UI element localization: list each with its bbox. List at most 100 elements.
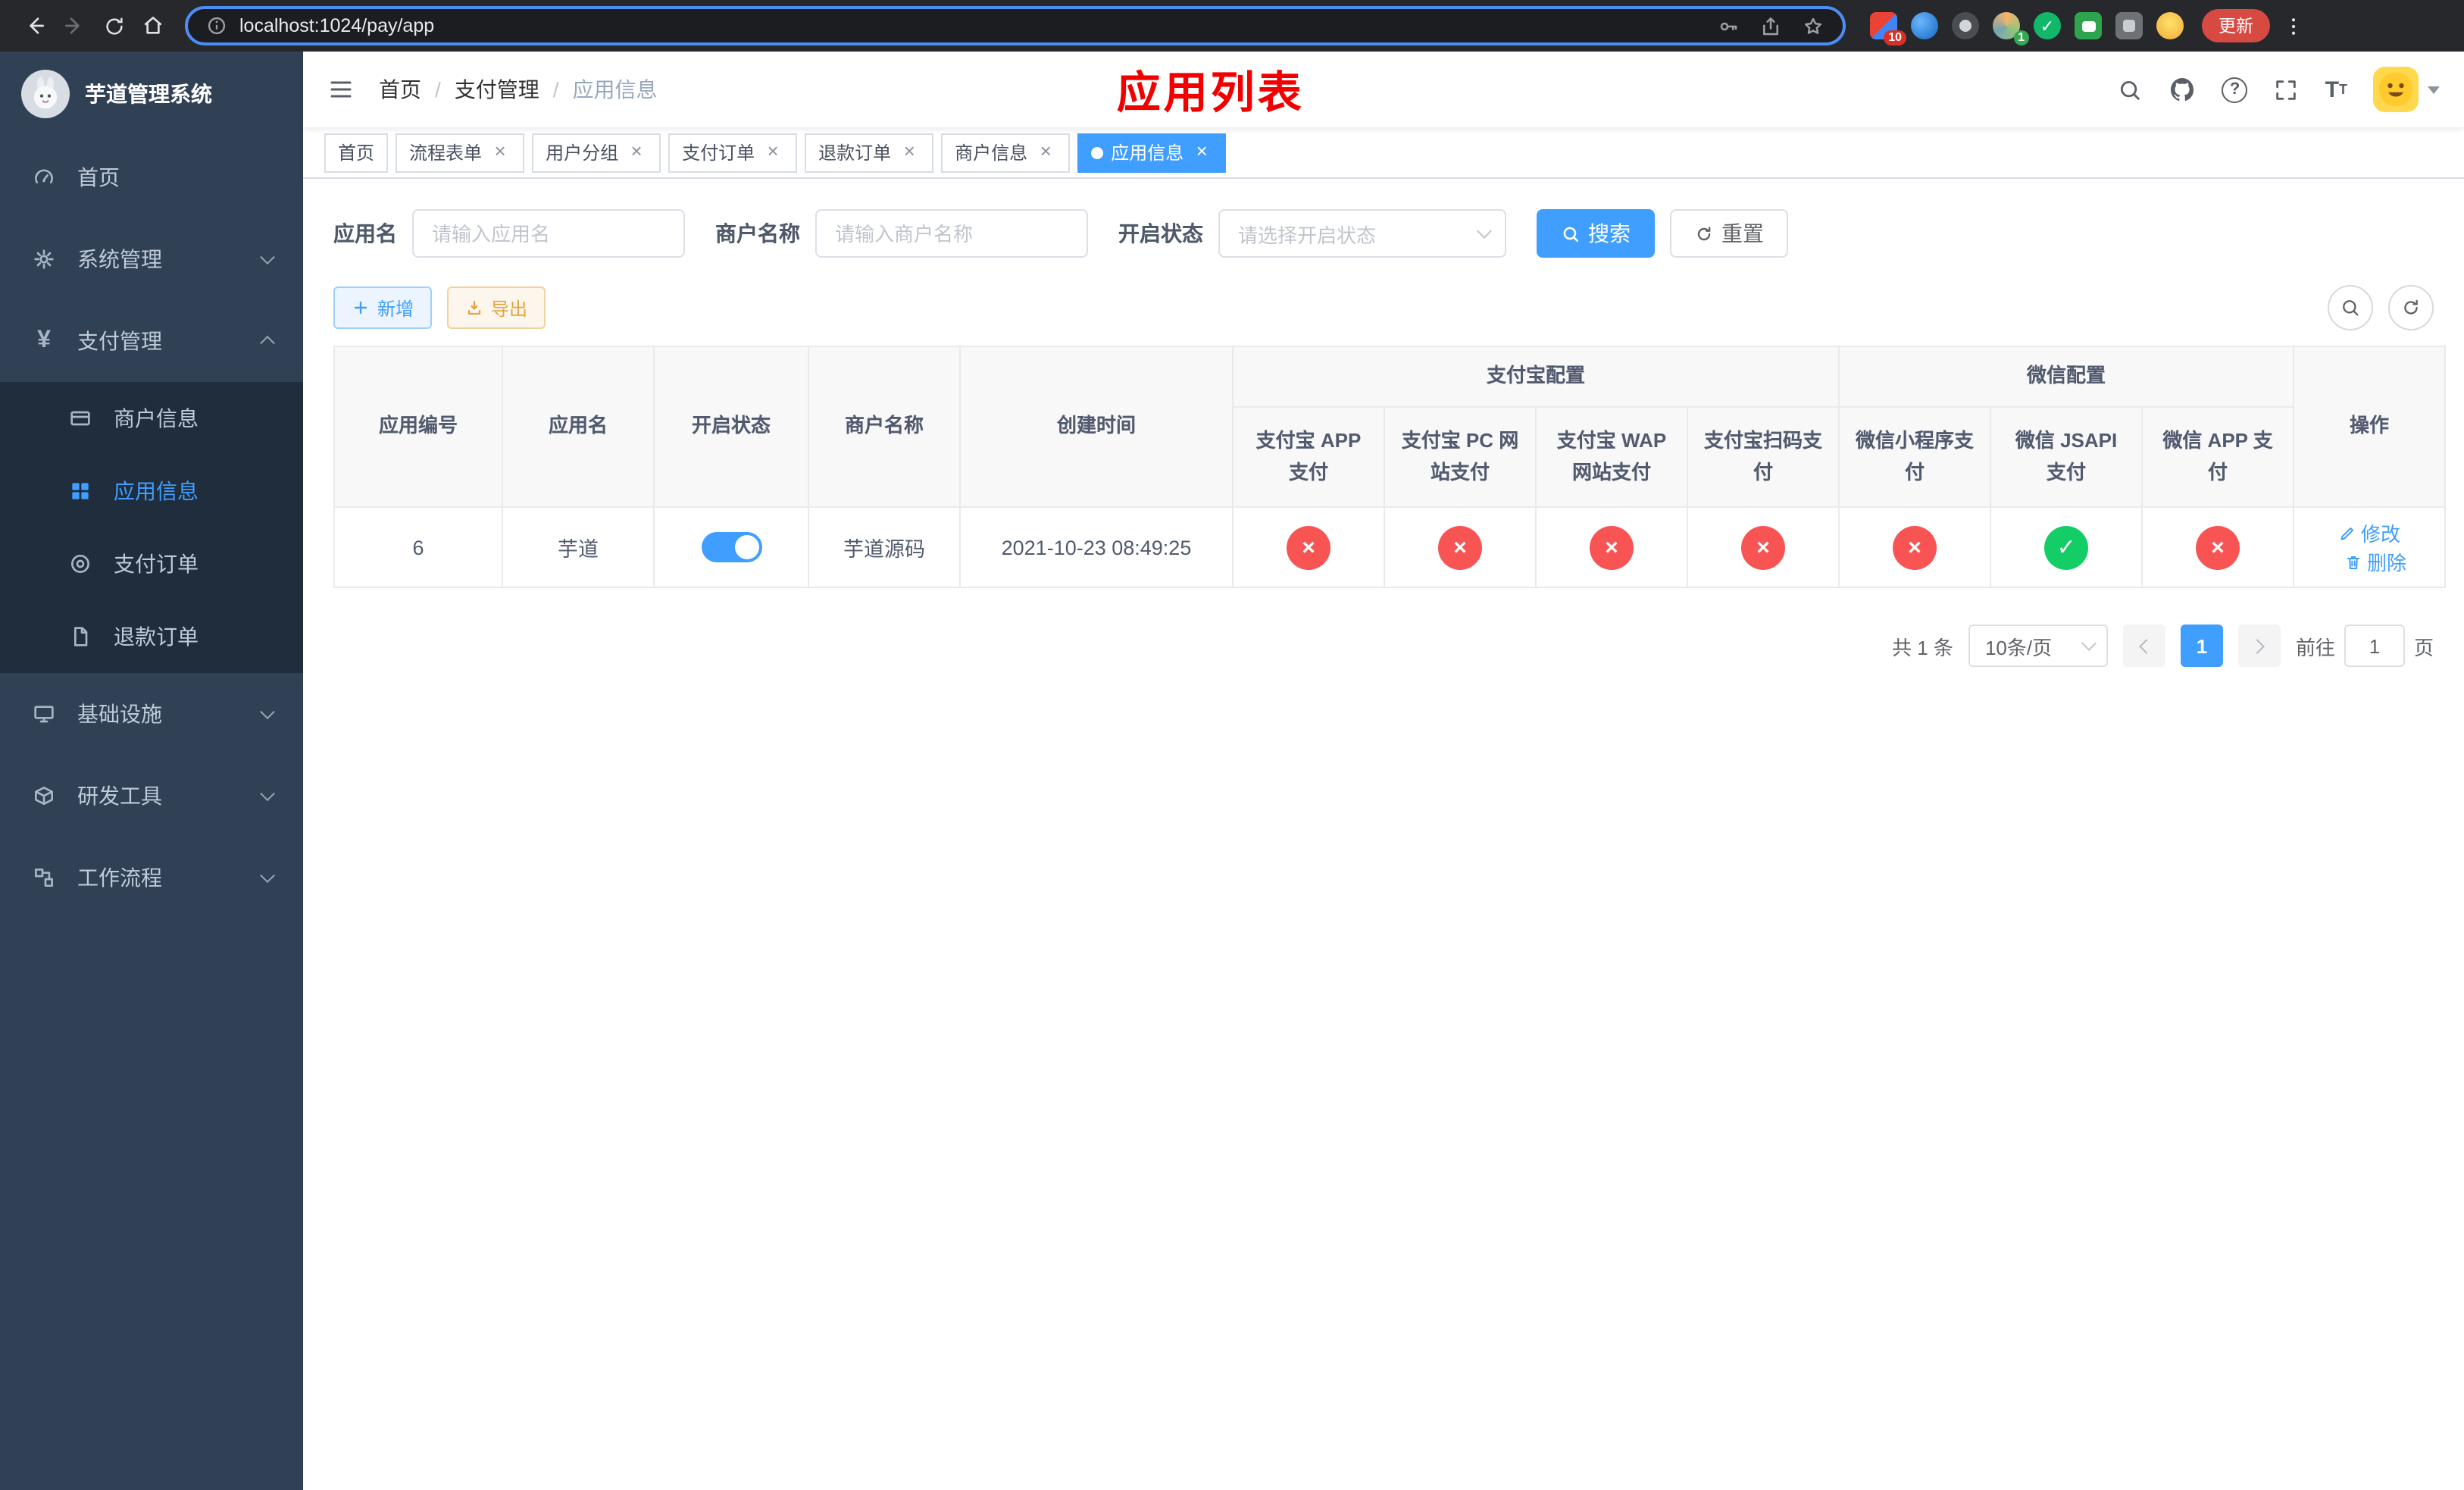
cell-app-id: 6 <box>333 506 503 588</box>
github-icon[interactable] <box>2169 76 2197 103</box>
help-icon[interactable]: ? <box>2222 77 2248 102</box>
merchant-name-input[interactable] <box>815 209 1088 258</box>
font-size-icon[interactable]: TT <box>2325 78 2347 101</box>
breadcrumb-payment[interactable]: 支付管理 <box>455 74 539 105</box>
extension-icon[interactable] <box>2034 12 2061 39</box>
extension-badge: 1 <box>2013 30 2029 45</box>
tab-pay-orders[interactable]: 支付订单 × <box>668 133 798 172</box>
app-name-input[interactable] <box>412 209 685 258</box>
extension-icon[interactable]: 10 <box>1870 12 1906 45</box>
page-size-select[interactable]: 10条/页 <box>1968 624 2108 667</box>
page-button-1[interactable]: 1 <box>2180 624 2223 667</box>
browser-toolbar: localhost:1024/pay/app 10 1 更新 <box>0 0 2464 52</box>
prev-page-button[interactable] <box>2122 624 2165 667</box>
reload-icon[interactable] <box>94 6 133 45</box>
close-icon[interactable]: × <box>899 140 920 163</box>
chrome-update-button[interactable]: 更新 <box>2202 9 2270 42</box>
share-icon[interactable] <box>1759 14 1782 37</box>
forward-icon[interactable] <box>55 6 94 45</box>
sidebar-item-app-info[interactable]: 应用信息 <box>0 455 303 527</box>
search-icon[interactable] <box>2118 77 2143 102</box>
star-icon[interactable] <box>1802 14 1825 37</box>
app-logo[interactable]: 芋道管理系统 <box>0 52 303 136</box>
key-icon[interactable] <box>1717 14 1740 37</box>
url-text: localhost:1024/pay/app <box>239 15 435 36</box>
tab-process-form[interactable]: 流程表单 × <box>396 133 525 172</box>
next-page-button[interactable] <box>2237 624 2281 667</box>
col-app-id: 应用编号 <box>333 346 503 508</box>
page-annotation: 应用列表 <box>1116 70 1305 118</box>
close-icon[interactable]: × <box>1035 140 1056 163</box>
extension-icon[interactable] <box>2115 12 2143 39</box>
extension-icon[interactable] <box>1911 12 1938 39</box>
sidebar-item-payment[interactable]: ¥ 支付管理 <box>0 300 303 382</box>
navbar-actions: ? TT <box>2118 67 2464 112</box>
caret-down-icon <box>2428 86 2440 93</box>
extension-icon[interactable]: 1 <box>1993 12 2029 45</box>
extension-icon[interactable] <box>1952 12 1979 39</box>
close-icon[interactable]: × <box>489 140 511 163</box>
status-select[interactable]: 请选择开启状态 <box>1218 209 1506 258</box>
status-circle: × <box>1438 525 1482 569</box>
status-circle: × <box>1287 525 1330 569</box>
status-toggle[interactable] <box>701 532 761 562</box>
grid-icon <box>67 479 94 503</box>
breadcrumb-home[interactable]: 首页 <box>379 74 421 105</box>
close-icon[interactable]: × <box>1191 140 1212 163</box>
cell-operations: 修改 删除 <box>2293 506 2447 588</box>
tab-home[interactable]: 首页 <box>324 133 389 172</box>
col-status: 开启状态 <box>653 346 809 508</box>
filter-form: 应用名 商户名称 开启状态 请选择开启状态 <box>333 209 2434 258</box>
goto-suffix: 页 <box>2413 636 2434 659</box>
overflow-menu-icon[interactable] <box>2282 14 2305 37</box>
edit-link[interactable]: 修改 <box>2338 518 2400 547</box>
toggle-search-button[interactable] <box>2328 285 2373 330</box>
fullscreen-icon[interactable] <box>2274 77 2300 102</box>
info-icon[interactable] <box>206 15 227 36</box>
group-alipay-config: 支付宝配置 <box>1231 346 1840 408</box>
status-circle: ✓ <box>2044 525 2089 569</box>
sidebar-item-pay-orders[interactable]: 支付订单 <box>0 527 303 600</box>
close-icon[interactable]: × <box>626 140 647 163</box>
extension-icon[interactable] <box>2075 12 2102 39</box>
col-alipay-pc: 支付宝 PC 网站支付 <box>1384 406 1537 508</box>
app-title: 芋道管理系统 <box>85 82 212 106</box>
active-dot <box>1091 146 1104 158</box>
extension-icon[interactable] <box>2156 12 2184 39</box>
group-wechat-config: 微信配置 <box>1838 346 2295 408</box>
tab-merchant-info[interactable]: 商户信息 × <box>941 133 1071 172</box>
url-bar[interactable]: localhost:1024/pay/app <box>185 6 1846 45</box>
sidebar-item-system[interactable]: 系统管理 <box>0 218 303 300</box>
sidebar-item-workflow[interactable]: 工作流程 <box>0 837 303 919</box>
status-circle: × <box>1893 525 1937 569</box>
goto-page-input[interactable] <box>2344 624 2405 667</box>
sidebar-item-home[interactable]: 首页 <box>0 136 303 218</box>
sidebar-item-refund-orders[interactable]: 退款订单 <box>0 600 303 673</box>
chevron-down-icon <box>260 868 275 884</box>
tab-app-info[interactable]: 应用信息 × <box>1077 133 1227 172</box>
back-icon[interactable] <box>15 6 55 45</box>
refresh-button[interactable] <box>2388 285 2434 330</box>
tab-refund-orders[interactable]: 退款订单 × <box>805 133 934 172</box>
navbar: 首页 / 支付管理 / 应用信息 应用列表 ? TT <box>303 52 2464 127</box>
sidebar-item-infra[interactable]: 基础设施 <box>0 673 303 755</box>
merchant-name-label: 商户名称 <box>715 221 800 246</box>
hamburger-icon[interactable] <box>303 76 379 103</box>
extensions-area: 10 1 <box>1870 12 2184 45</box>
col-app-name: 应用名 <box>502 346 655 508</box>
export-button[interactable]: 导出 <box>447 286 546 329</box>
table-toolbar: 新增 导出 <box>333 285 2434 330</box>
sidebar-item-dev-tools[interactable]: 研发工具 <box>0 755 303 837</box>
reset-button[interactable]: 重置 <box>1670 209 1788 258</box>
app-name-label: 应用名 <box>333 221 397 246</box>
tab-user-group[interactable]: 用户分组 × <box>532 133 661 172</box>
sidebar-item-merchant-info[interactable]: 商户信息 <box>0 382 303 455</box>
user-menu[interactable] <box>2373 67 2440 112</box>
delete-link[interactable]: 删除 <box>2344 547 2406 576</box>
home-icon[interactable] <box>133 6 173 45</box>
add-button[interactable]: 新增 <box>333 286 433 329</box>
close-icon[interactable]: × <box>762 140 783 163</box>
search-button[interactable]: 搜索 <box>1537 209 1655 258</box>
col-alipay-qr: 支付宝扫码支付 <box>1686 406 1840 508</box>
tags-view: 首页 流程表单 × 用户分组 × 支付订单 × 退款订单 × 商户信息 × 应用信息 × <box>303 127 2464 179</box>
